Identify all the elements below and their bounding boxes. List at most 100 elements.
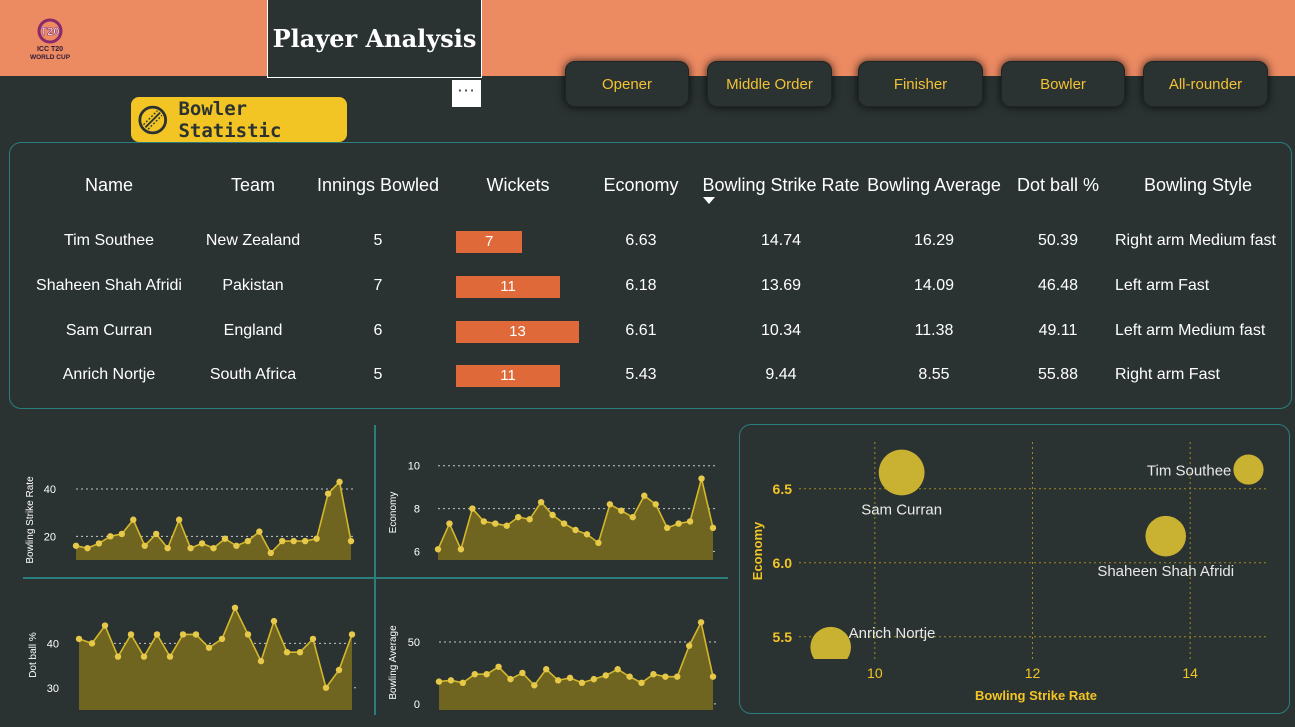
cell-wickets-bar: 11 [456,365,561,387]
data-point [650,670,657,678]
more-options-button[interactable]: ··· [452,80,481,107]
data-point [348,631,356,638]
y-tick-label: 6.5 [773,481,793,497]
data-point [130,516,137,523]
data-point [606,501,614,508]
column-header-dot-ball[interactable]: Dot ball % [1017,175,1099,196]
cell-average: 14.09 [913,277,955,294]
scatter-point-tim-southee [1233,454,1264,485]
data-point [685,642,693,649]
data-point [233,542,240,549]
data-point [114,653,122,660]
data-point [662,673,669,680]
data-point [614,666,621,673]
data-point [686,518,694,525]
data-point [626,673,633,680]
y-axis-title: Bowling Strike Rate [25,476,36,564]
data-point [322,684,330,691]
data-point [629,513,636,521]
column-header-team[interactable]: Team [231,175,275,196]
data-point [205,644,213,651]
cell-bowling-style: Left arm Fast [1115,277,1210,294]
scatter-label: Anrich Nortje [849,625,936,642]
data-point [519,669,526,677]
data-point [531,682,538,689]
data-point [537,498,545,506]
svg-text:ICC T20: ICC T20 [37,46,63,53]
nav-button-middle-order[interactable]: Middle Order [707,61,832,107]
scatter-point-shaheen-shah-afridi [1145,515,1187,557]
data-point [483,670,490,678]
data-point [675,520,682,527]
data-point [515,513,522,521]
data-point [566,674,574,682]
y-axis-title: Economy [750,521,765,580]
data-point [118,530,126,538]
cell-strike-rate: 9.44 [765,366,797,383]
y-tick-label: 50 [408,637,420,649]
data-point [88,640,96,647]
data-point [457,546,465,553]
cell-team: England [223,322,283,339]
data-point [179,631,187,638]
data-point [698,475,705,482]
cell-dot-ball: 55.88 [1037,366,1079,383]
section-badge: Bowler Statistic [131,97,347,142]
data-point [446,520,453,527]
area-fill [438,478,713,560]
cell-team: Pakistan [222,277,284,294]
data-point [641,492,648,499]
svg-text:T20: T20 [41,26,60,38]
cell-wickets-bar: 7 [456,231,523,253]
data-point [84,544,91,552]
data-point [503,522,510,529]
nav-button-all-rounder[interactable]: All-rounder [1143,61,1268,107]
y-tick-label: 20 [44,531,56,543]
cell-bowling-style: Right arm Medium fast [1115,232,1276,249]
data-point [244,537,252,545]
y-axis-title: Bowling Average [388,625,399,700]
svg-text:WORLD CUP: WORLD CUP [30,54,71,61]
data-point [192,631,200,638]
nav-button-finisher[interactable]: Finisher [858,61,983,107]
cell-name: Tim Southee [63,232,155,249]
cell-team: New Zealand [205,232,301,249]
y-tick-label: 0 [414,699,420,711]
column-header-style[interactable]: Bowling Style [1144,175,1252,196]
column-header-name[interactable]: Name [85,175,133,196]
y-tick-label: 40 [47,638,59,650]
cell-wickets-bar: 11 [456,276,561,298]
data-point [257,657,265,665]
column-header-economy[interactable]: Economy [603,175,678,196]
column-header-innings[interactable]: Innings Bowled [317,175,439,196]
economy-vs-strike-rate-scatter: 10 12 14 5.5 6.0 6.5 Bowling Strike Rate Econom… [750,442,1269,703]
cell-average: 11.38 [914,322,954,339]
page-title: Player Analysis [272,24,477,53]
y-tick-label: 6 [414,546,420,558]
data-point [72,542,80,549]
column-header-wickets[interactable]: Wickets [487,175,550,196]
data-point [175,516,183,523]
data-point [221,535,229,542]
data-point [492,520,499,527]
y-axis-title: Economy [388,492,399,534]
cell-strike-rate: 13.69 [760,277,802,294]
cell-bowling-style: Right arm Fast [1115,366,1220,383]
nav-button-bowler[interactable]: Bowler [1001,61,1125,107]
cell-name: Shaheen Shah Afridi [36,277,182,294]
scatter-point-sam-curran [878,449,925,496]
y-tick-label: 6.0 [773,555,793,571]
sort-descending-icon[interactable] [703,197,715,204]
column-header-strike-rate[interactable]: Bowling Strike Rate [702,175,859,196]
data-point [638,679,645,687]
y-tick-label: 5.5 [773,629,793,645]
cell-average: 8.55 [918,366,950,383]
data-point [107,533,114,540]
data-point [301,537,309,545]
column-header-average[interactable]: Bowling Average [867,175,1001,196]
cell-team: South Africa [209,366,297,383]
data-point [166,653,174,660]
cell-bowling-style: Left arm Medium fast [1115,322,1266,339]
data-point [595,539,602,547]
nav-button-opener[interactable]: Opener [565,61,689,107]
